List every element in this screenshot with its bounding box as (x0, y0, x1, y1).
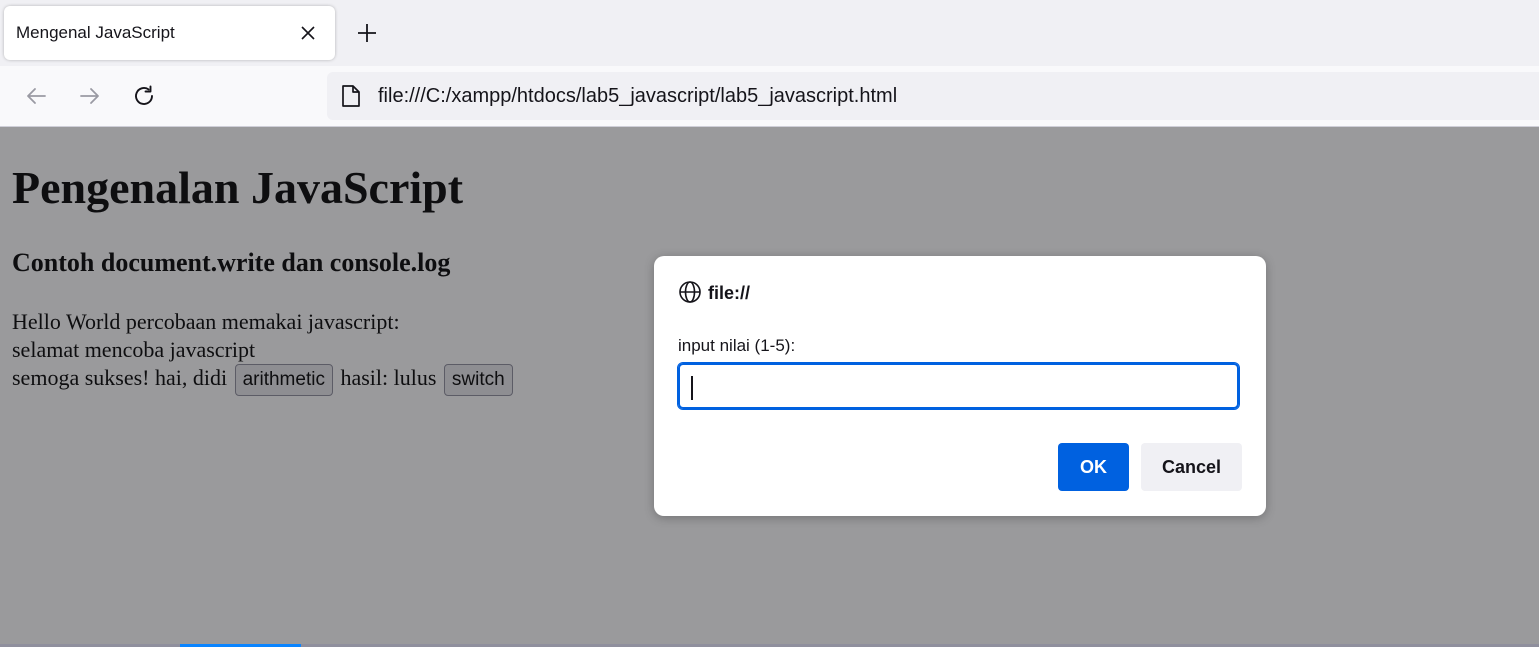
dialog-origin: file:// (708, 283, 751, 303)
prompt-dialog: file:// input nilai (1-5): OK Cancel (654, 256, 1266, 516)
arrow-left-icon[interactable] (21, 81, 51, 111)
ok-button[interactable]: OK (1058, 443, 1129, 491)
tab-title: Mengenal JavaScript (16, 23, 175, 42)
close-icon[interactable] (297, 22, 319, 44)
dialog-message: input nilai (1-5): (678, 336, 796, 355)
arrow-right-icon[interactable] (75, 81, 105, 111)
page-icon[interactable] (341, 85, 361, 107)
reload-icon[interactable] (129, 81, 159, 111)
url-text[interactable]: file:///C:/xampp/htdocs/lab5_javascript/… (378, 85, 897, 108)
navigation-bar: file:///C:/xampp/htdocs/lab5_javascript/… (0, 66, 1539, 127)
text-caret (691, 376, 693, 400)
prompt-input[interactable] (677, 362, 1240, 410)
tab-active[interactable]: Mengenal JavaScript (4, 6, 335, 60)
globe-icon (678, 280, 702, 304)
plus-icon[interactable] (352, 18, 382, 48)
cancel-button[interactable]: Cancel (1141, 443, 1242, 491)
url-bar[interactable]: file:///C:/xampp/htdocs/lab5_javascript/… (327, 72, 1539, 120)
tab-strip: Mengenal JavaScript (0, 0, 1539, 66)
